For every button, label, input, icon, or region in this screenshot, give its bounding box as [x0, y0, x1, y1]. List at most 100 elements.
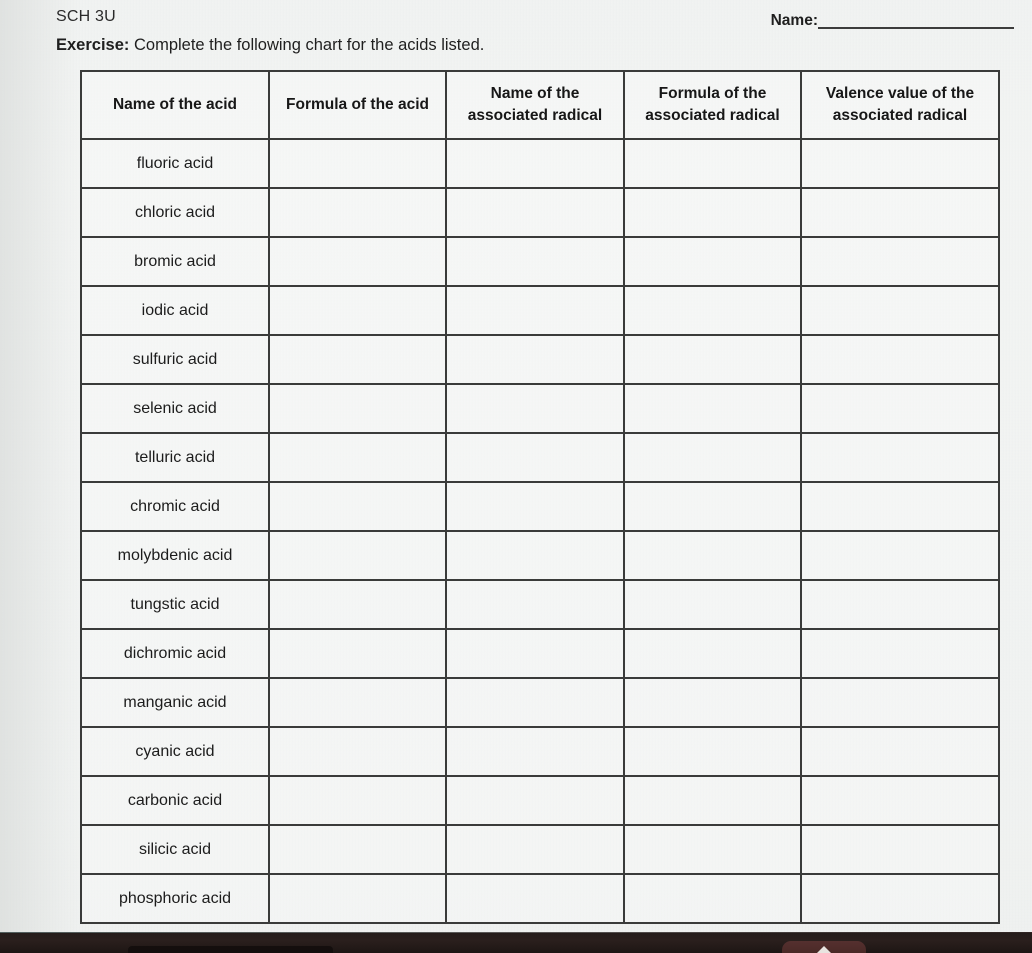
cell-acid-formula[interactable]	[268, 775, 447, 826]
cell-radical-name[interactable]	[445, 236, 625, 287]
cell-radical-name[interactable]	[445, 775, 625, 826]
cell-radical-valence[interactable]	[800, 138, 1000, 189]
cell-radical-valence[interactable]	[800, 285, 1000, 336]
cell-radical-valence[interactable]	[800, 334, 1000, 385]
cell-radical-formula[interactable]	[623, 285, 802, 336]
cell-radical-name[interactable]	[445, 726, 625, 777]
cell-acid-name: silicic acid	[80, 824, 270, 875]
bottom-bar-highlight	[0, 932, 1032, 933]
cell-acid-formula[interactable]	[268, 530, 447, 581]
cell-acid-formula[interactable]	[268, 383, 447, 434]
cell-radical-valence[interactable]	[800, 873, 1000, 924]
cell-acid-formula[interactable]	[268, 432, 447, 483]
cell-acid-formula[interactable]	[268, 285, 447, 336]
table-row: selenic acid	[80, 383, 1000, 434]
column-header-acid-name: Name of the acid	[80, 70, 270, 140]
cell-radical-valence[interactable]	[800, 236, 1000, 287]
cell-radical-valence[interactable]	[800, 677, 1000, 728]
table-row: molybdenic acid	[80, 530, 1000, 581]
cell-radical-valence[interactable]	[800, 432, 1000, 483]
table-row: phosphoric acid	[80, 873, 1000, 924]
name-write-in-line[interactable]	[818, 27, 1014, 29]
cell-radical-valence[interactable]	[800, 187, 1000, 238]
cell-radical-name[interactable]	[445, 481, 625, 532]
cell-acid-formula[interactable]	[268, 677, 447, 728]
cell-acid-name: dichromic acid	[80, 628, 270, 679]
cell-radical-valence[interactable]	[800, 726, 1000, 777]
cell-radical-name[interactable]	[445, 824, 625, 875]
cell-radical-formula[interactable]	[623, 824, 802, 875]
acids-chart-table: Name of the acid Formula of the acid Nam…	[80, 70, 1000, 924]
cell-radical-formula[interactable]	[623, 726, 802, 777]
cell-radical-valence[interactable]	[800, 824, 1000, 875]
cell-acid-formula[interactable]	[268, 187, 447, 238]
cell-acid-name: chloric acid	[80, 187, 270, 238]
cell-radical-name[interactable]	[445, 432, 625, 483]
cell-radical-valence[interactable]	[800, 579, 1000, 630]
cell-radical-formula[interactable]	[623, 530, 802, 581]
cell-radical-formula[interactable]	[623, 873, 802, 924]
cell-acid-name: selenic acid	[80, 383, 270, 434]
cell-acid-formula[interactable]	[268, 138, 447, 189]
cell-acid-name: iodic acid	[80, 285, 270, 336]
browser-tab-stub[interactable]	[128, 946, 333, 953]
cell-radical-valence[interactable]	[800, 481, 1000, 532]
chevron-up-icon	[813, 946, 835, 953]
header-line-1: Formula of the acid	[286, 95, 429, 113]
cell-acid-formula[interactable]	[268, 579, 447, 630]
name-field-group: Name:	[771, 12, 1014, 31]
cell-radical-valence[interactable]	[800, 530, 1000, 581]
cell-radical-name[interactable]	[445, 383, 625, 434]
cell-radical-name[interactable]	[445, 579, 625, 630]
column-header-radical-formula: Formula of the associated radical	[623, 70, 802, 140]
cell-radical-valence[interactable]	[800, 775, 1000, 826]
header-line-1: Formula of the	[658, 84, 767, 102]
cell-radical-name[interactable]	[445, 628, 625, 679]
table-row: chloric acid	[80, 187, 1000, 238]
cell-radical-name[interactable]	[445, 530, 625, 581]
cell-acid-name: sulfuric acid	[80, 334, 270, 385]
cell-radical-name[interactable]	[445, 187, 625, 238]
cell-radical-formula[interactable]	[623, 775, 802, 826]
cell-radical-formula[interactable]	[623, 579, 802, 630]
cell-acid-formula[interactable]	[268, 481, 447, 532]
cell-radical-formula[interactable]	[623, 628, 802, 679]
cell-radical-name[interactable]	[445, 677, 625, 728]
table-row: telluric acid	[80, 432, 1000, 483]
cell-acid-formula[interactable]	[268, 334, 447, 385]
cell-radical-formula[interactable]	[623, 334, 802, 385]
scroll-up-button[interactable]	[782, 941, 866, 953]
cell-radical-formula[interactable]	[623, 236, 802, 287]
cell-radical-formula[interactable]	[623, 138, 802, 189]
cell-acid-name: telluric acid	[80, 432, 270, 483]
device-bottom-bar	[0, 932, 1032, 953]
cell-radical-formula[interactable]	[623, 187, 802, 238]
table-row: carbonic acid	[80, 775, 1000, 826]
table-row: dichromic acid	[80, 628, 1000, 679]
cell-acid-formula[interactable]	[268, 628, 447, 679]
header-line-1: Name of the acid	[112, 95, 238, 113]
cell-acid-name: cyanic acid	[80, 726, 270, 777]
cell-radical-name[interactable]	[445, 334, 625, 385]
table-row: silicic acid	[80, 824, 1000, 875]
worksheet-header: SCH 3U Exercise: Complete the following …	[0, 0, 1032, 62]
cell-radical-valence[interactable]	[800, 628, 1000, 679]
cell-acid-name: tungstic acid	[80, 579, 270, 630]
cell-radical-formula[interactable]	[623, 432, 802, 483]
header-line-1: Valence value of the	[825, 84, 975, 102]
cell-radical-name[interactable]	[445, 285, 625, 336]
cell-acid-formula[interactable]	[268, 873, 447, 924]
course-code: SCH 3U	[56, 8, 116, 25]
cell-acid-formula[interactable]	[268, 726, 447, 777]
cell-radical-formula[interactable]	[623, 677, 802, 728]
cell-acid-formula[interactable]	[268, 236, 447, 287]
cell-radical-name[interactable]	[445, 873, 625, 924]
cell-radical-formula[interactable]	[623, 383, 802, 434]
column-header-acid-formula: Formula of the acid	[268, 70, 447, 140]
table-row: fluoric acid	[80, 138, 1000, 189]
cell-radical-name[interactable]	[445, 138, 625, 189]
cell-acid-formula[interactable]	[268, 824, 447, 875]
cell-radical-formula[interactable]	[623, 481, 802, 532]
cell-radical-valence[interactable]	[800, 383, 1000, 434]
cell-acid-name: manganic acid	[80, 677, 270, 728]
